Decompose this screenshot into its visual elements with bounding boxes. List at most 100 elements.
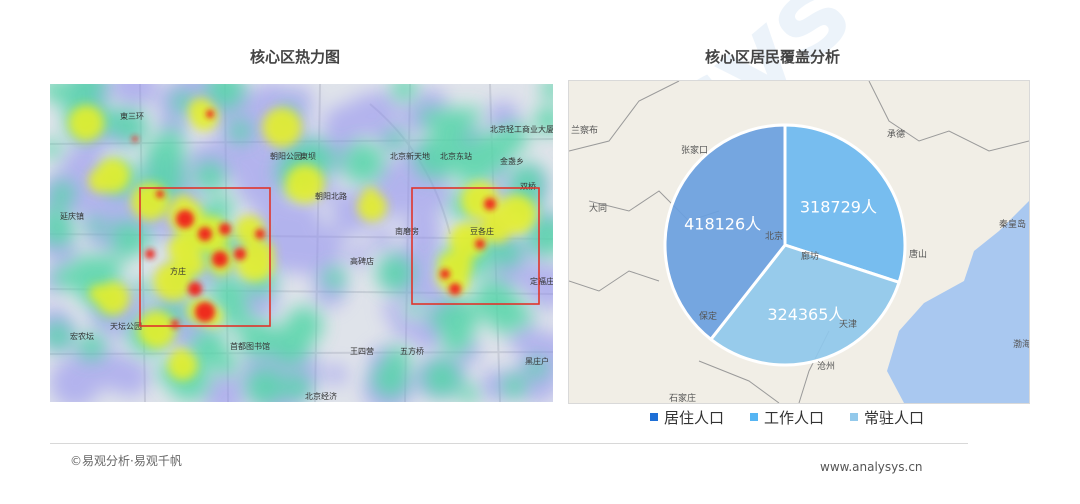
heat-blob-high: [448, 254, 473, 279]
pie-data-label: 324365人: [767, 305, 844, 324]
legend-item: 居住人口: [650, 407, 724, 428]
heat-blob-high: [363, 186, 378, 201]
heat-blob-peak: [206, 110, 214, 118]
legend-swatch: [650, 413, 658, 421]
heat-blob-mid: [322, 266, 347, 290]
heatmap-place-label: 北京新天地: [390, 151, 430, 161]
heat-blob-high: [153, 271, 170, 287]
heatmap-place-label: 高碑店: [350, 256, 374, 266]
heat-blob-low: [281, 206, 319, 244]
map-place-label: 大同: [589, 202, 607, 214]
heat-blob-mid: [114, 233, 140, 259]
heatmap-place-label: 豆各庄: [470, 226, 494, 236]
heat-blob-mid: [219, 297, 251, 329]
heatmap-place-label: 北京东站: [440, 151, 472, 161]
heat-blob-peak: [132, 136, 138, 142]
map-place-label: 廊坊: [801, 250, 819, 262]
heat-blob-low: [404, 175, 426, 197]
heatmap-place-label: 天坛公园: [110, 321, 142, 331]
heatmap-place-label: 北京经济: [305, 391, 337, 401]
map-place-label: 秦皇岛: [999, 218, 1026, 230]
pie-data-label: 318729人: [800, 197, 877, 216]
heat-blob-low: [110, 84, 158, 109]
heat-blob-peak: [484, 198, 496, 210]
map-place-label: 唐山: [909, 248, 927, 260]
heat-blob-mid: [50, 139, 62, 159]
heat-blob-peak: [234, 248, 246, 260]
heatmap-place-label: 朝阳北路: [315, 191, 347, 201]
map-place-label: 张家口: [681, 144, 708, 156]
heatmap-svg: 東三环朝阳公园朝阳北路 東坝 北京新天地 北京轻工商业大厦金盏乡 北京东站高碑店天坛公园…: [50, 84, 553, 402]
heat-blob-peak: [195, 302, 215, 322]
legend-swatch: [850, 413, 859, 421]
heatmap-place-label: 宏农坛: [70, 331, 94, 341]
map-place-label: 石家庄: [669, 392, 696, 403]
heat-blob-peak: [156, 190, 164, 198]
heat-blob-peak: [440, 269, 450, 279]
heat-blob-peak: [475, 239, 485, 249]
pie-data-label: 418126人: [684, 214, 761, 233]
heat-blob-mid: [376, 254, 415, 293]
heat-blob-mid: [50, 180, 76, 207]
heatmap-place-label: 首都图书馆: [230, 341, 270, 351]
pie-slices: [663, 123, 907, 367]
heat-blob-mid: [385, 129, 406, 151]
heat-blob-mid: [422, 358, 462, 398]
heat-blob-high: [89, 284, 108, 303]
heat-blob-mid: [459, 384, 479, 402]
heat-blob-peak: [212, 251, 228, 267]
heat-blob-mid: [228, 119, 252, 143]
heatmap-place-label: 東坝: [300, 151, 316, 161]
heatmap-place-label: 黑庄户: [525, 356, 549, 366]
legend-item: 常驻人口: [850, 407, 924, 428]
sea-area: [887, 201, 1029, 403]
heat-blob-mid: [501, 373, 527, 399]
heatmap-place-label: 方庄: [170, 266, 186, 276]
heatmap-place-label: 王四营: [350, 346, 374, 356]
pie-panel: 318729人 324365人 418126人 兰察布 张家口 大同 承德 北京 秦皇岛 唐山 廊…: [568, 80, 1030, 404]
heat-blob-mid: [541, 84, 553, 100]
heat-blob-mid: [452, 142, 497, 187]
map-place-label: 承德: [887, 128, 905, 140]
map-place-label: 渤海: [1013, 338, 1029, 350]
heat-blob-high: [143, 316, 159, 333]
heat-blob-high: [172, 347, 188, 363]
heat-blob-high: [467, 197, 480, 210]
footer-divider: [50, 443, 968, 444]
heat-blob-peak: [449, 283, 461, 295]
heatmap-place-label: 北京轻工商业大厦: [490, 124, 553, 134]
legend-label: 居住人口: [664, 408, 725, 427]
pie-title: 核心区居民覆盖分析: [705, 48, 841, 66]
legend-label: 常驻人口: [864, 408, 925, 427]
heat-blob-high: [147, 199, 164, 216]
heat-blob-mid: [93, 254, 122, 283]
heat-blob-mid: [52, 266, 76, 290]
heatmap-place-label: 南磨房: [395, 226, 419, 236]
heatmap-panel: 東三环 朝阳公园 朝阳北路 東坝 北京新天地 北京轻工商业大厦 金盏乡 北京东站 高碑店 天坛公园…: [50, 84, 553, 402]
heat-blob-mid: [145, 135, 187, 177]
heat-blob-mid: [187, 376, 207, 396]
heat-blob-mid: [371, 360, 410, 399]
heat-blob-low: [382, 298, 404, 320]
heat-blob-mid: [515, 308, 533, 326]
heat-blob-high: [285, 178, 307, 200]
heat-blob-peak: [219, 223, 231, 235]
map-place-label: 兰察布: [571, 124, 598, 136]
heat-blob-low: [110, 356, 151, 397]
heat-blob-mid: [406, 300, 423, 317]
heatmap-title: 核心区热力图: [250, 48, 341, 66]
heat-blob-mid: [419, 106, 440, 128]
legend-label: 工作人口: [764, 408, 825, 427]
footer-copyright: ©易观分析·易观千帆: [70, 454, 182, 468]
heatmap-place-label: 東三环: [120, 111, 144, 121]
map-place-label: 保定: [699, 310, 717, 322]
heat-blob-high: [507, 197, 523, 212]
heat-blob-high: [266, 119, 282, 136]
heat-blob-mid: [269, 323, 312, 366]
pie-svg: 318729人 324365人 418126人 兰察布张家口大同 承德北京 秦皇岛唐山 廊…: [569, 81, 1029, 403]
footer-website: www.analysys.cn: [820, 460, 923, 474]
legend-item: 工作人口: [750, 407, 824, 428]
map-place-label: 沧州: [817, 360, 835, 372]
heatmap-place-label: 五方桥: [400, 346, 424, 356]
heat-blob-low: [370, 228, 394, 252]
